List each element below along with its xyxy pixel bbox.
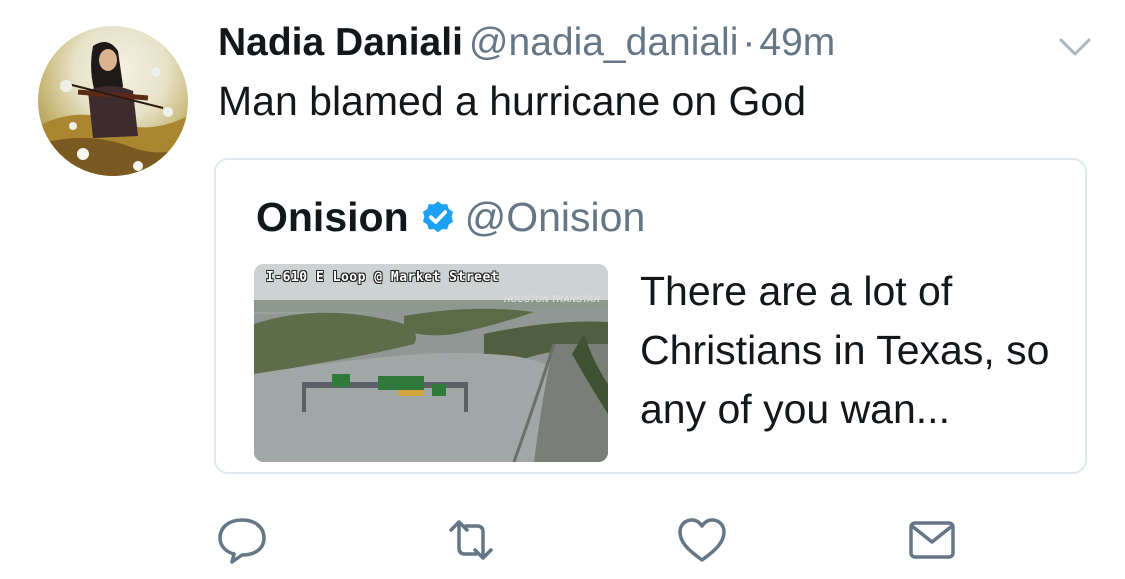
tweet-actions [0, 512, 1125, 568]
camera-logo: HOUSTON TRANSTAR [503, 294, 600, 304]
tweet-header: Nadia Daniali @nadia_daniali · 49m [218, 18, 835, 68]
speech-bubble-icon[interactable] [214, 512, 270, 568]
quoted-tweet-card[interactable]: Onision @Onision I-610 E Loop @ Market S… [214, 158, 1087, 474]
camera-label: I-610 E Loop @ Market Street [266, 270, 500, 285]
author-handle[interactable]: @nadia_daniali [469, 21, 738, 64]
tweet-text: Man blamed a hurricane on God [218, 78, 807, 124]
quoted-tweet-header: Onision @Onision [256, 192, 645, 242]
verified-badge-icon [422, 201, 453, 233]
envelope-icon[interactable] [904, 512, 960, 568]
quoted-tweet-text: There are a lot of Christians in Texas, … [640, 268, 1050, 432]
retweet-icon[interactable] [443, 512, 499, 568]
quoted-author-handle: @Onision [464, 194, 646, 240]
quoted-media-image[interactable]: I-610 E Loop @ Market Street HOUSTON TRA… [254, 264, 608, 462]
timestamp[interactable]: 49m [759, 21, 835, 64]
heart-icon[interactable] [674, 512, 730, 568]
separator: · [742, 21, 756, 64]
author-name[interactable]: Nadia Daniali [218, 21, 463, 64]
avatar[interactable] [38, 26, 188, 176]
chevron-down-icon[interactable] [1058, 36, 1092, 58]
quoted-author-name: Onision [256, 194, 409, 240]
